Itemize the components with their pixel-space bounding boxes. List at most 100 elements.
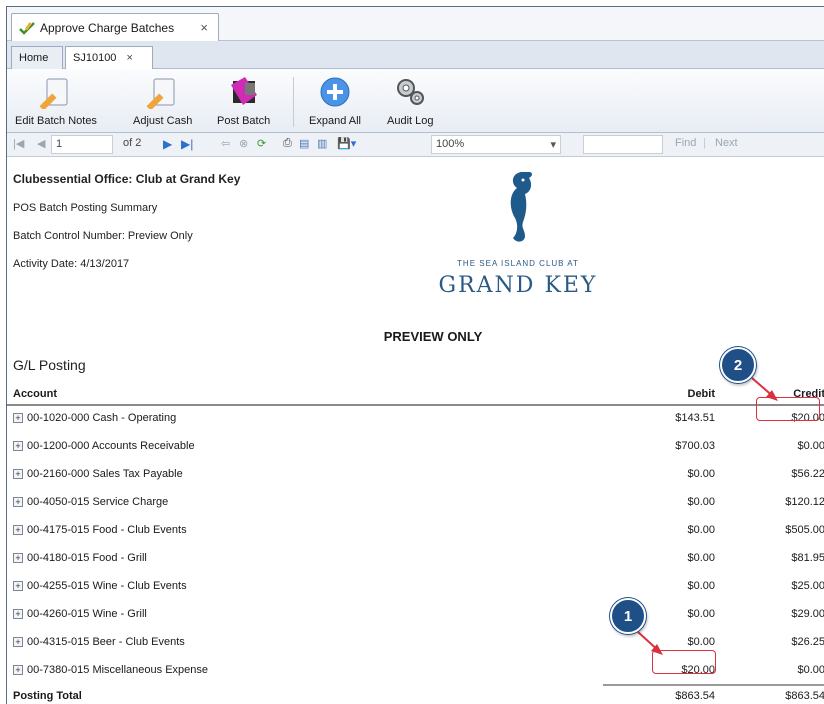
expand-icon[interactable]: + <box>13 441 23 451</box>
close-icon[interactable]: × <box>200 20 208 35</box>
total-divider <box>603 684 824 686</box>
first-page-icon[interactable]: |◀ <box>13 137 24 150</box>
logo-subtitle: THE SEA ISLAND CLUB AT <box>457 259 579 268</box>
adjust-cash-label: Adjust Cash <box>133 115 193 127</box>
expand-icon[interactable]: + <box>13 637 23 647</box>
expand-icon[interactable]: + <box>13 609 23 619</box>
debit-cell: $0.00 <box>687 496 715 508</box>
account-cell: 00-1200-000 Accounts Receivable <box>27 440 195 452</box>
back-icon[interactable]: ⇦ <box>221 137 230 150</box>
tab-sj10100[interactable]: SJ10100 × <box>65 46 153 69</box>
debit-cell: $0.00 <box>687 636 715 648</box>
tab-title: Approve Charge Batches <box>40 20 175 35</box>
callout-badge-1: 1 <box>610 598 646 634</box>
edit-batch-notes-button[interactable]: Edit Batch Notes <box>15 75 97 127</box>
column-header-account: Account <box>13 388 57 400</box>
table-row: + 00-2160-000 Sales Tax Payable $0.00 $5… <box>7 465 824 485</box>
next-page-icon[interactable]: ▶ <box>163 137 172 151</box>
page-layout-icon[interactable]: ▤ <box>299 137 309 150</box>
last-page-icon[interactable]: ▶| <box>181 137 193 151</box>
post-batch-button[interactable]: Post Batch <box>217 75 270 127</box>
note-pencil-icon <box>39 78 68 109</box>
expand-icon[interactable]: + <box>13 553 23 563</box>
table-row: + 00-1200-000 Accounts Receivable $700.0… <box>7 437 824 457</box>
credit-cell: $505.00 <box>785 524 824 536</box>
table-row: + 00-4255-015 Wine - Club Events $0.00 $… <box>7 577 824 597</box>
summary-title: POS Batch Posting Summary <box>13 202 158 214</box>
app-window: Approve Charge Batches × Home SJ10100 × … <box>6 6 824 704</box>
check-pen-icon <box>19 21 35 35</box>
stop-icon[interactable]: ⊗ <box>239 137 248 150</box>
expand-icon[interactable]: + <box>13 413 23 423</box>
export-icon[interactable]: 💾▾ <box>337 137 356 150</box>
debit-cell: $0.00 <box>687 468 715 480</box>
credit-cell: $0.00 <box>797 664 824 676</box>
close-icon[interactable]: × <box>126 52 132 64</box>
credit-cell: $81.95 <box>791 552 824 564</box>
credit-cell: $26.25 <box>791 636 824 648</box>
section-title: G/L Posting <box>13 357 86 373</box>
next-link[interactable]: Next <box>715 137 738 149</box>
zoom-select[interactable]: 100% ▾ <box>431 135 561 154</box>
find-separator: | <box>703 137 706 149</box>
expand-icon[interactable]: + <box>13 581 23 591</box>
posting-total-credit: $863.54 <box>785 690 824 702</box>
debit-cell: $0.00 <box>687 524 715 536</box>
credit-cell: $25.00 <box>791 580 824 592</box>
audit-log-label: Audit Log <box>387 115 434 127</box>
account-cell: 00-4175-015 Food - Club Events <box>27 524 187 536</box>
posting-total-row: Posting Total $863.54 $863.54 <box>7 688 824 704</box>
table-row: + 00-4050-015 Service Charge $0.00 $120.… <box>7 493 824 513</box>
debit-cell: $700.03 <box>675 440 715 452</box>
find-input[interactable] <box>583 135 663 154</box>
column-header-debit: Debit <box>687 388 716 400</box>
callout-badge-2: 2 <box>720 347 756 383</box>
account-cell: 00-7380-015 Miscellaneous Expense <box>27 664 209 676</box>
tab-approve-charge-batches[interactable]: Approve Charge Batches × <box>11 13 219 41</box>
expand-icon[interactable]: + <box>13 469 23 479</box>
expand-icon[interactable]: + <box>13 525 23 535</box>
expand-all-button[interactable]: Expand All <box>309 75 361 127</box>
window-tab-strip: Approve Charge Batches × <box>7 7 824 41</box>
audit-log-button[interactable]: Audit Log <box>387 75 433 127</box>
seahorse-logo-icon <box>510 172 532 242</box>
posting-total-label: Posting Total <box>13 690 82 702</box>
credit-cell: $56.22 <box>791 468 824 480</box>
account-cell: 00-1020-000 Cash - Operating <box>27 412 177 424</box>
ribbon-toolbar: Edit Batch Notes Adjust Cash Post Batch <box>7 69 824 133</box>
refresh-icon[interactable]: ⟳ <box>257 137 266 150</box>
posting-total-debit: $863.54 <box>675 690 715 702</box>
expand-all-label: Expand All <box>309 115 361 127</box>
print-icon[interactable]: ⎙ <box>283 137 292 150</box>
highlight-box-debit <box>652 650 716 674</box>
account-cell: 00-4255-015 Wine - Club Events <box>27 580 187 592</box>
gears-icon <box>397 79 425 105</box>
account-cell: 00-4180-015 Food - Grill <box>27 552 147 564</box>
tab-home[interactable]: Home <box>11 46 63 69</box>
credit-cell: $29.00 <box>791 608 824 620</box>
page-setup-icon[interactable]: ▥ <box>317 137 327 150</box>
previous-page-icon[interactable]: ◀ <box>37 137 45 150</box>
expand-icon[interactable]: + <box>13 497 23 507</box>
ribbon-divider <box>293 77 294 127</box>
highlight-box-credit <box>756 397 820 421</box>
account-cell: 00-4260-015 Wine - Grill <box>27 608 147 620</box>
account-cell: 00-2160-000 Sales Tax Payable <box>27 468 183 480</box>
activity-date: Activity Date: 4/13/2017 <box>13 258 130 270</box>
tab-home-label: Home <box>19 52 49 64</box>
page-count: of 2 <box>123 137 142 149</box>
table-row: + 00-1020-000 Cash - Operating $143.51 $… <box>7 409 824 429</box>
header-divider <box>7 404 824 406</box>
find-link[interactable]: Find <box>675 137 696 149</box>
table-row: + 00-4175-015 Food - Club Events $0.00 $… <box>7 521 824 541</box>
preview-label: PREVIEW ONLY <box>383 329 483 344</box>
table-row: + 00-4180-015 Food - Grill $0.00 $81.95 <box>7 549 824 569</box>
adjust-cash-button[interactable]: Adjust Cash <box>133 75 192 127</box>
expand-icon[interactable]: + <box>13 665 23 675</box>
post-batch-icon <box>230 77 257 105</box>
logo-title: GRAND KEY <box>438 273 598 298</box>
office-title: Clubessential Office: Club at Grand Key <box>13 172 241 186</box>
tab-sj10100-label: SJ10100 <box>73 52 117 64</box>
table-row: + 00-4260-015 Wine - Grill $0.00 $29.00 <box>7 605 824 625</box>
page-number-input[interactable]: 1 <box>51 135 113 154</box>
